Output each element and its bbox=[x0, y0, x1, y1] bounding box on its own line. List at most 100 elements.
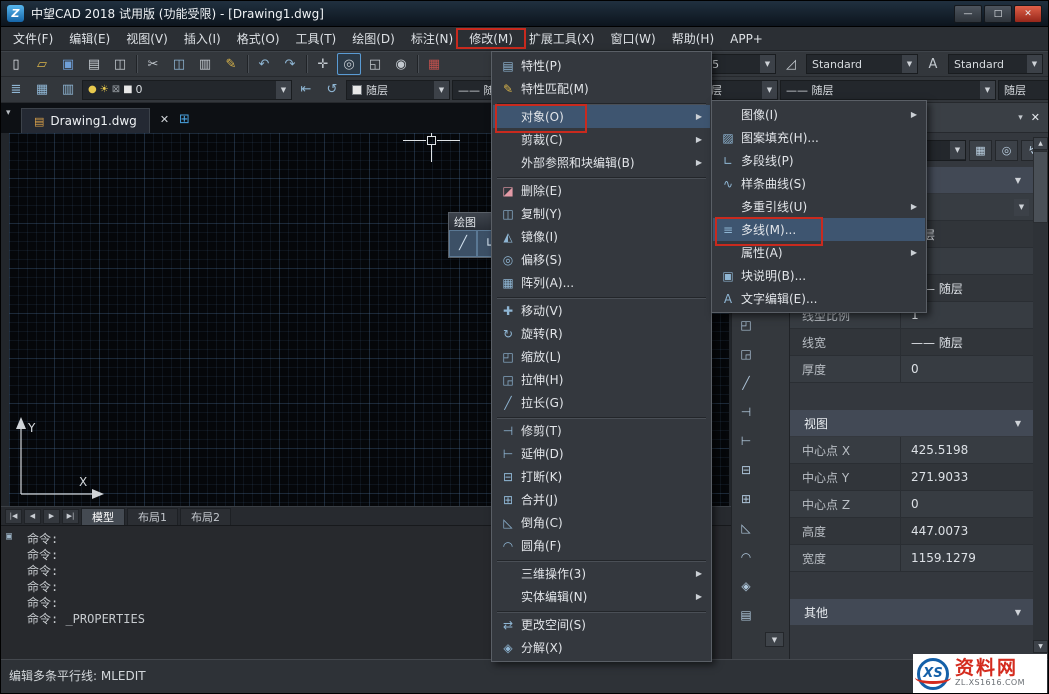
menubar-item[interactable]: 工具(T) bbox=[288, 27, 345, 50]
menu-item[interactable]: ✎ 特性匹配(M) bbox=[493, 77, 710, 100]
pan-icon[interactable]: ✛ bbox=[311, 53, 335, 75]
menu-item[interactable]: ◭ 镜像(I) bbox=[493, 225, 710, 248]
menu-item[interactable]: ▨ 图案填充(H)... bbox=[713, 126, 925, 149]
layout-tab[interactable]: 模型 bbox=[81, 508, 125, 525]
textstyle-combo[interactable]: Standard ▼ bbox=[806, 54, 918, 74]
text-style-icon[interactable]: A bbox=[921, 53, 945, 75]
menubar-item[interactable]: APP+ bbox=[722, 27, 771, 50]
copy-icon[interactable]: ◫ bbox=[167, 53, 191, 75]
menu-item[interactable]: ↻ 旋转(R) bbox=[493, 322, 710, 345]
menu-item[interactable]: A 文字编辑(E)... bbox=[713, 287, 925, 310]
menu-item[interactable]: ◰ 缩放(L) bbox=[493, 345, 710, 368]
scroll-up-icon[interactable]: ▲ bbox=[1033, 137, 1048, 150]
redo-icon[interactable]: ↷ bbox=[278, 53, 302, 75]
menu-item[interactable]: ◎ 偏移(S) bbox=[493, 248, 710, 271]
collapse-icon[interactable]: ▼ bbox=[1015, 608, 1033, 617]
stretch-icon[interactable]: ◲ bbox=[735, 343, 757, 365]
property-value[interactable]: 0 bbox=[900, 491, 1033, 517]
preview-icon[interactable]: ◫ bbox=[108, 53, 132, 75]
menu-item[interactable]: 对象(O) ▶ bbox=[493, 105, 710, 128]
menu-item[interactable]: 剪裁(C) ▶ bbox=[493, 128, 710, 151]
property-value[interactable]: 1159.1279 bbox=[900, 545, 1033, 571]
menu-item[interactable]: ∿ 样条曲线(S) bbox=[713, 172, 925, 195]
collapse-icon[interactable]: ▼ bbox=[1015, 419, 1033, 428]
menubar-item[interactable]: 格式(O) bbox=[229, 27, 288, 50]
break-icon[interactable]: ⊟ bbox=[735, 459, 757, 481]
select-objects-icon[interactable]: ◎ bbox=[995, 140, 1018, 161]
zoom-realtime-icon[interactable]: ◎ bbox=[337, 53, 361, 75]
layer-properties-icon[interactable]: ≣ bbox=[4, 79, 28, 101]
paste-icon[interactable]: ▥ bbox=[193, 53, 217, 75]
save-icon[interactable]: ▣ bbox=[56, 53, 80, 75]
property-value[interactable]: 271.9033 bbox=[900, 464, 1033, 490]
cut-icon[interactable]: ✂ bbox=[141, 53, 165, 75]
layout-tab[interactable]: 布局1 bbox=[127, 508, 178, 525]
menu-item[interactable]: ≡ 多线(M)... bbox=[713, 218, 925, 241]
zoom-previous-icon[interactable]: ◉ bbox=[389, 53, 413, 75]
menu-item[interactable]: ⇄ 更改空间(S) bbox=[493, 613, 710, 636]
new-tab-icon[interactable]: ⊞ bbox=[179, 112, 190, 127]
zoom-window-icon[interactable]: ◱ bbox=[363, 53, 387, 75]
property-value[interactable]: 447.0073 bbox=[900, 518, 1033, 544]
scroll-thumb[interactable] bbox=[1033, 151, 1048, 223]
collapse-icon[interactable]: ▼ bbox=[1015, 176, 1033, 185]
menu-item[interactable]: ∟ 多段线(P) bbox=[713, 149, 925, 172]
make-object-layer-current-icon[interactable]: ⇤ bbox=[294, 79, 318, 101]
dropdown-arrow-icon[interactable]: ▼ bbox=[434, 81, 449, 99]
menu-item[interactable]: ◪ 删除(E) bbox=[493, 179, 710, 202]
property-value[interactable]: 425.5198 bbox=[900, 437, 1033, 463]
menubar-item[interactable]: 标注(N) bbox=[403, 27, 461, 50]
maximize-button[interactable]: □ bbox=[984, 5, 1012, 23]
close-button[interactable]: ✕ bbox=[1014, 5, 1042, 23]
menu-item[interactable]: ◈ 分解(X) bbox=[493, 636, 710, 659]
first-tab-button[interactable]: |◀ bbox=[5, 509, 22, 524]
menu-item[interactable]: ✚ 移动(V) bbox=[493, 299, 710, 322]
section-view[interactable]: 视图 ▼ bbox=[790, 410, 1033, 436]
dropdown-arrow-icon[interactable]: ▼ bbox=[762, 81, 777, 99]
layer-combo[interactable]: ● ☀ ⊠ ■ 0 ▼ bbox=[82, 80, 292, 100]
scale-icon[interactable]: ◰ bbox=[735, 314, 757, 336]
menu-item[interactable]: ⊞ 合并(J) bbox=[493, 488, 710, 511]
layer-previous-icon[interactable]: ↺ bbox=[320, 79, 344, 101]
menu-item[interactable]: ⊢ 延伸(D) bbox=[493, 442, 710, 465]
join-icon[interactable]: ⊞ bbox=[735, 488, 757, 510]
dropdown-arrow-icon[interactable]: ▼ bbox=[760, 55, 775, 73]
layout-tab[interactable]: 布局2 bbox=[180, 508, 231, 525]
chamfer-icon[interactable]: ◺ bbox=[735, 517, 757, 539]
property-value[interactable]: —— 随层 bbox=[900, 329, 1033, 355]
menubar-item[interactable]: 帮助(H) bbox=[664, 27, 722, 50]
panel-menu-icon[interactable]: ▾ bbox=[1018, 113, 1023, 123]
plot-icon[interactable]: ▤ bbox=[82, 53, 106, 75]
menubar-item[interactable]: 扩展工具(X) bbox=[521, 27, 603, 50]
layer-isolate-icon[interactable]: ▥ bbox=[56, 79, 80, 101]
menu-item[interactable]: ▣ 块说明(B)... bbox=[713, 264, 925, 287]
property-value[interactable]: 0 bbox=[900, 356, 1033, 382]
menu-item[interactable]: ◺ 倒角(C) bbox=[493, 511, 710, 534]
menu-item[interactable]: ▦ 阵列(A)... bbox=[493, 271, 710, 294]
extend-icon[interactable]: ⊢ bbox=[735, 430, 757, 452]
lengthen-icon[interactable]: ╱ bbox=[735, 372, 757, 394]
menu-item[interactable]: 图像(I) ▶ bbox=[713, 103, 925, 126]
menubar-item[interactable]: 视图(V) bbox=[118, 27, 176, 50]
next-tab-button[interactable]: ▶ bbox=[43, 509, 60, 524]
match-properties-icon[interactable]: ✎ bbox=[219, 53, 243, 75]
quick-select-icon[interactable]: ▦ bbox=[969, 140, 992, 161]
menu-item[interactable]: 实体编辑(N) ▶ bbox=[493, 585, 710, 608]
menu-item[interactable]: ⊟ 打断(K) bbox=[493, 465, 710, 488]
scroll-down-icon[interactable]: ▼ bbox=[1033, 640, 1048, 653]
toolbox-icon[interactable]: ▦ bbox=[422, 53, 446, 75]
menubar-item[interactable]: 文件(F) bbox=[5, 27, 61, 50]
minimize-button[interactable]: — bbox=[954, 5, 982, 23]
menu-item[interactable]: ▤ 特性(P) bbox=[493, 54, 710, 77]
tab-list-icon[interactable]: ▾ bbox=[6, 108, 11, 118]
menubar-item[interactable]: 修改(M) bbox=[461, 27, 521, 50]
new-file-icon[interactable]: ▯ bbox=[4, 53, 28, 75]
open-file-icon[interactable]: ▱ bbox=[30, 53, 54, 75]
menu-item[interactable]: ◲ 拉伸(H) bbox=[493, 368, 710, 391]
dimension-style-icon[interactable]: ◿ bbox=[779, 53, 803, 75]
extra-combo[interactable]: 随层 ▼ bbox=[998, 80, 1049, 100]
dropdown-arrow-icon[interactable]: ▼ bbox=[1014, 199, 1029, 216]
tablestyle-combo[interactable]: Standard ▼ bbox=[948, 54, 1043, 74]
dropdown-arrow-icon[interactable]: ▼ bbox=[902, 55, 917, 73]
plotstyle-combo[interactable]: —— 随层 ▼ bbox=[780, 80, 996, 100]
